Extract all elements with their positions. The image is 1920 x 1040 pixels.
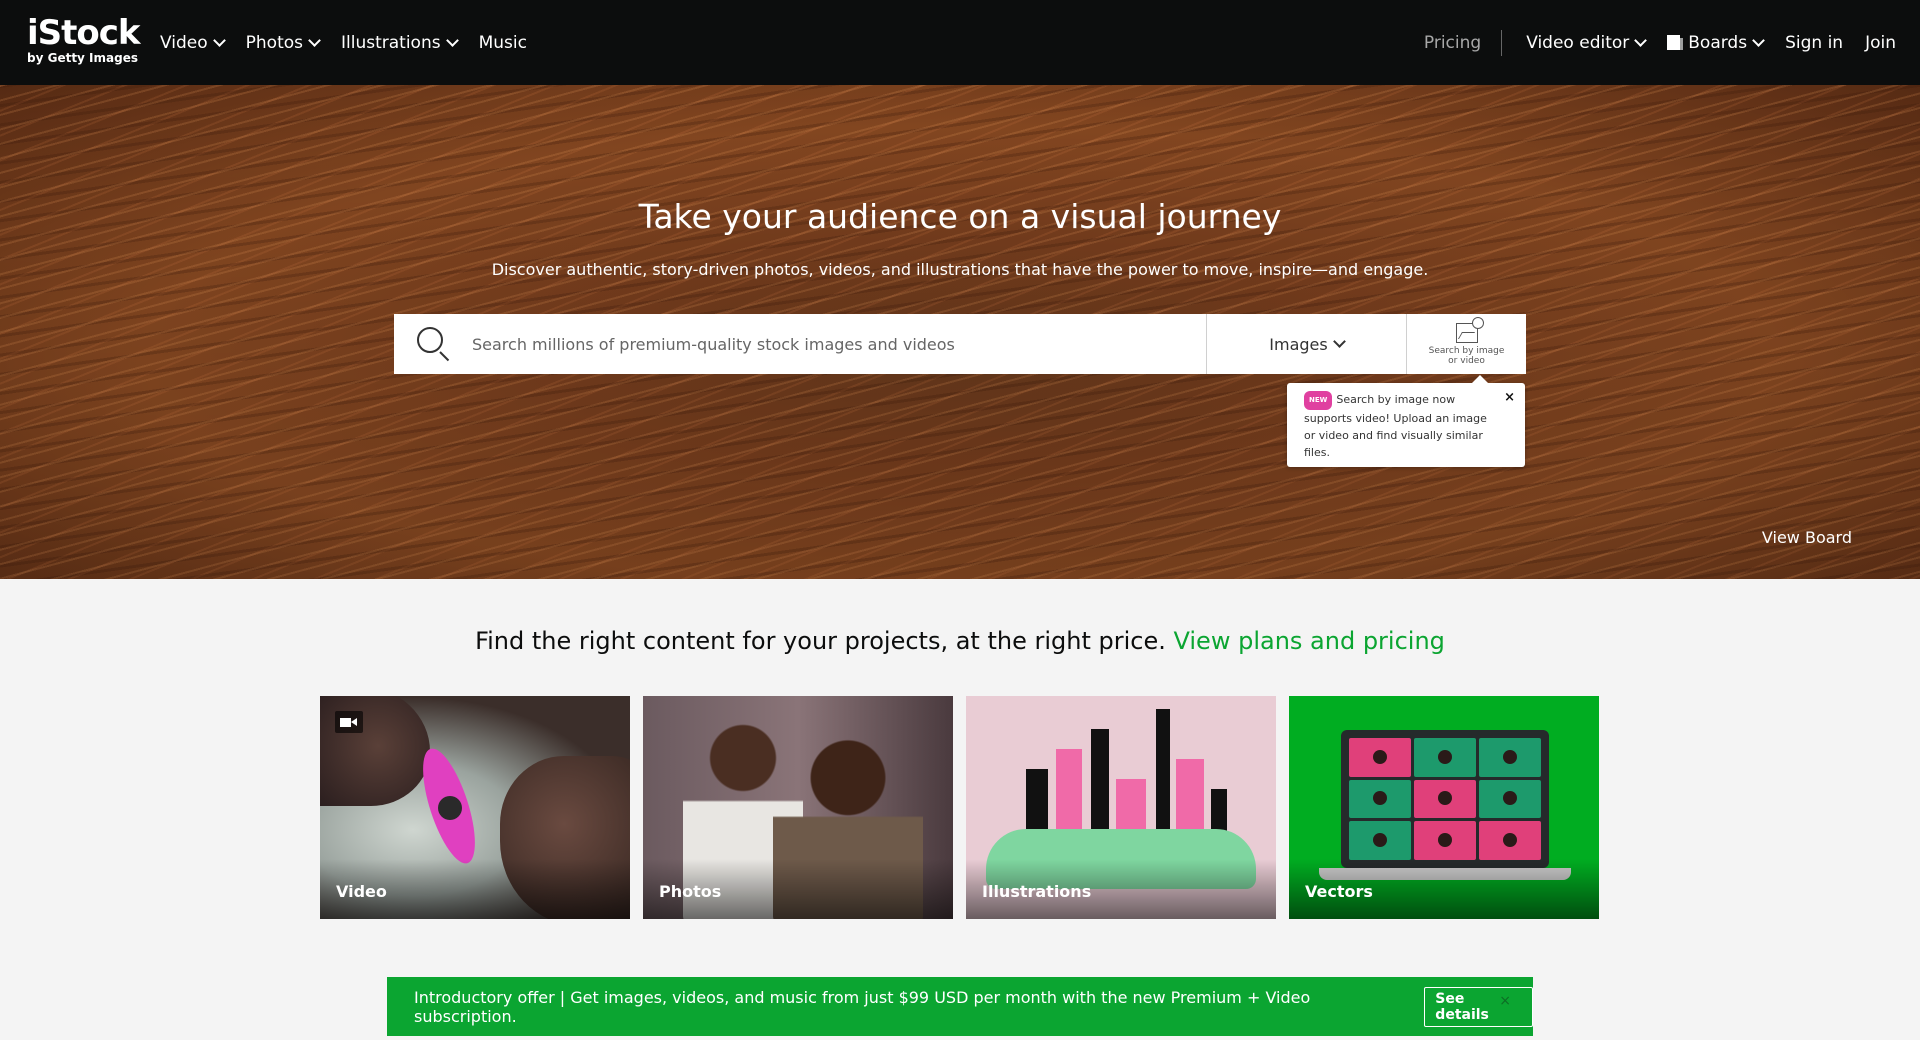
chevron-down-icon xyxy=(1752,33,1765,47)
card-photos[interactable]: Photos xyxy=(643,696,953,919)
search-by-image-tooltip: NEW Search by image now supports video! U… xyxy=(1287,375,1525,467)
logo-subtitle: by Getty Images xyxy=(27,51,138,65)
card-label: Illustrations xyxy=(982,882,1092,901)
chevron-down-icon xyxy=(1634,33,1648,47)
search-bar: Images Search by imageor video xyxy=(394,314,1526,374)
chevron-down-icon xyxy=(1332,335,1346,348)
category-cards: Video Photos Illustrations Vectors xyxy=(320,696,1599,919)
search-type-dropdown[interactable]: Images xyxy=(1206,314,1406,374)
introductory-offer-banner: Introductory offer | Get images, videos,… xyxy=(387,977,1533,1036)
chevron-down-icon xyxy=(212,33,226,47)
search-by-image-button[interactable]: Search by image or video xyxy=(1406,314,1526,374)
user-nav: Pricing Video editor Boards Sign in Join xyxy=(1424,0,1896,85)
view-board-link[interactable]: View Board xyxy=(1762,528,1852,547)
card-label: Vectors xyxy=(1305,882,1373,901)
nav-illustrations[interactable]: Illustrations xyxy=(341,33,459,53)
see-details-button[interactable]: See details xyxy=(1424,986,1533,1027)
hero-subtitle: Discover authentic, story-driven photos,… xyxy=(491,260,1429,279)
search-icon[interactable] xyxy=(394,314,472,374)
nav-boards[interactable]: Boards xyxy=(1667,33,1765,53)
search-by-image-line2: or video xyxy=(1448,355,1485,366)
nav-video-editor[interactable]: Video editor xyxy=(1526,33,1648,53)
search-by-image-line1: Search by image xyxy=(1428,345,1505,356)
pricing-promo: Find the right content for your projects… xyxy=(0,627,1920,655)
view-plans-link[interactable]: View plans and pricing xyxy=(1174,627,1445,655)
pricing-link[interactable]: Pricing xyxy=(1424,29,1503,56)
hero-section: Take your audience on a visual journey D… xyxy=(0,85,1920,579)
offer-text: Introductory offer | Get images, videos,… xyxy=(414,987,1311,1026)
join-link[interactable]: Join xyxy=(1865,33,1896,53)
search-type-label: Images xyxy=(1269,334,1328,354)
search-input[interactable] xyxy=(472,314,1206,374)
image-search-icon xyxy=(1455,316,1484,343)
top-navigation-bar: iStock by Getty Images Video Photos Illu… xyxy=(0,0,1920,85)
close-icon[interactable]: × xyxy=(1499,993,1511,1009)
board-icon xyxy=(1667,35,1684,50)
nav-video[interactable]: Video xyxy=(160,33,226,53)
hero-title: Take your audience on a visual journey xyxy=(638,197,1282,236)
card-label: Video xyxy=(336,882,387,901)
chevron-down-icon xyxy=(445,33,459,47)
video-camera-icon xyxy=(335,711,363,733)
new-badge: NEW xyxy=(1304,391,1333,410)
promo-text: Find the right content for your projects… xyxy=(475,627,1166,655)
nav-photos[interactable]: Photos xyxy=(246,33,321,53)
main-nav: Video Photos Illustrations Music xyxy=(160,0,549,85)
sign-in-link[interactable]: Sign in xyxy=(1785,33,1843,53)
card-illustrations[interactable]: Illustrations xyxy=(966,696,1276,919)
nav-music[interactable]: Music xyxy=(479,33,527,53)
card-label: Photos xyxy=(659,882,722,901)
logo-brand: iStock xyxy=(27,13,141,53)
card-video[interactable]: Video xyxy=(320,696,630,919)
video-call-grid xyxy=(1349,738,1541,860)
chevron-down-icon xyxy=(308,33,321,47)
close-icon[interactable]: × xyxy=(1504,389,1515,406)
istock-logo[interactable]: iStock by Getty Images xyxy=(27,13,141,68)
card-vectors[interactable]: Vectors xyxy=(1289,696,1599,919)
